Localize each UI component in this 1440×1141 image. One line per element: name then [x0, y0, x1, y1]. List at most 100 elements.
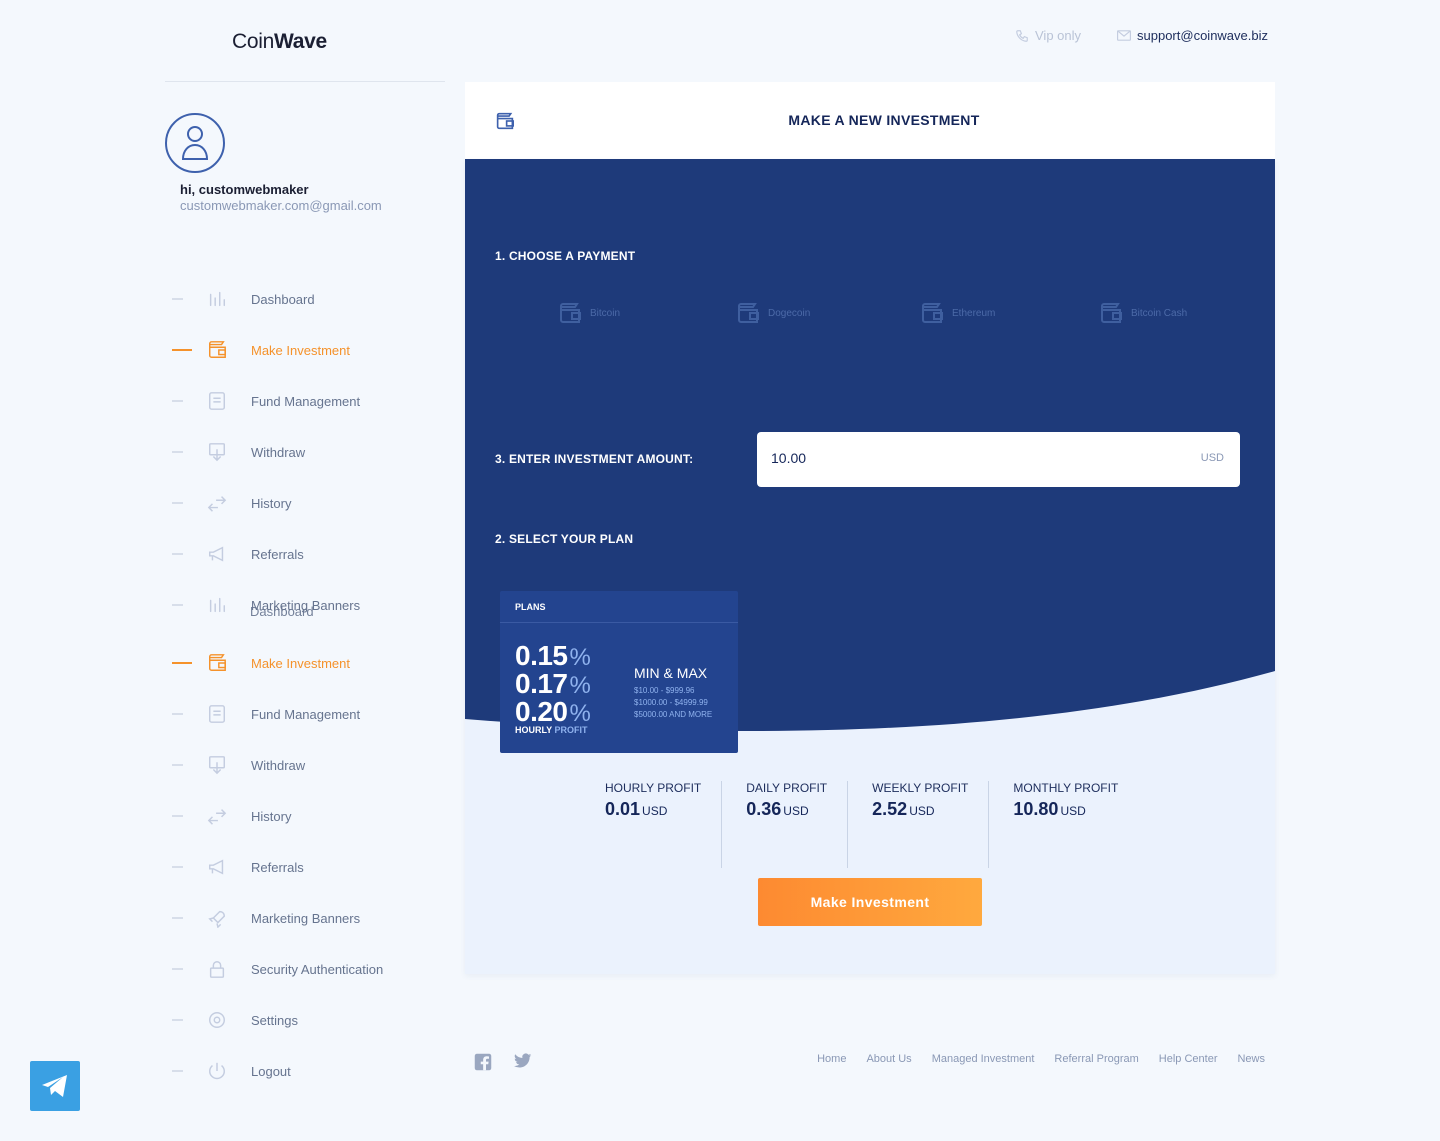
sidebar-item-label: Make Investment: [251, 655, 350, 671]
brand-logo[interactable]: CoinWave: [232, 30, 327, 54]
footer-link-news[interactable]: News: [1237, 1053, 1265, 1065]
sidebar-item-marker: [172, 866, 183, 868]
amount-field[interactable]: USD: [757, 432, 1240, 487]
sidebar-item-marker: [172, 1070, 183, 1072]
profit-weekly: WEEKLY PROFIT 2.52 USD: [847, 781, 988, 868]
wallet-icon: [560, 303, 581, 323]
sidebar-item-dashboard[interactable]: Dashboard: [172, 287, 315, 311]
amount-unit: USD: [1200, 452, 1224, 464]
sidebar-item-logout[interactable]: Logout: [172, 1059, 291, 1083]
sidebar-item-fund-management[interactable]: Fund Management: [172, 389, 360, 413]
telegram-button[interactable]: [30, 1061, 80, 1111]
sidebar-item-marker: [172, 917, 183, 919]
wallet-icon: [922, 303, 943, 323]
profit-daily: DAILY PROFIT 0.36 USD: [721, 781, 847, 868]
sidebar-item-referrals[interactable]: Referrals: [172, 855, 304, 879]
footer-links: Home About Us Managed Investment Referra…: [817, 1053, 1265, 1065]
sidebar-item-marker: [172, 298, 183, 300]
chart-bars-icon: [207, 595, 227, 615]
page-title: MAKE A NEW INVESTMENT: [788, 112, 980, 128]
plan-rate: 0.17%: [515, 668, 591, 699]
sidebar-item-label: Security Authentication: [251, 961, 384, 977]
payment-option-bitcoin[interactable]: Bitcoin: [558, 302, 620, 324]
footer-link-managed-investment[interactable]: Managed Investment: [932, 1053, 1035, 1065]
payment-option-ethereum[interactable]: Ethereum: [920, 302, 995, 324]
document-icon: [207, 391, 227, 411]
chart-bars-icon: [207, 289, 227, 309]
lock-icon: [207, 959, 227, 979]
sidebar-item-label: Settings: [251, 1012, 298, 1028]
sidebar-item-settings[interactable]: Settings: [172, 1008, 298, 1032]
footer-link-home[interactable]: Home: [817, 1053, 846, 1065]
step-choose-payment: 1. CHOOSE A PAYMENT: [495, 249, 636, 263]
footer-link-help-center[interactable]: Help Center: [1159, 1053, 1218, 1065]
sidebar-item-marker: [172, 662, 192, 664]
sidebar-item-label: Marketing Banners: [251, 910, 361, 926]
user-icon: [181, 126, 209, 160]
sidebar-item-marker: [172, 604, 183, 606]
facebook-icon[interactable]: [474, 1053, 492, 1071]
power-icon: [207, 1061, 227, 1081]
plan-card[interactable]: PLANS 0.15% 0.17% 0.20% HOURLY PROFIT MI…: [500, 591, 738, 753]
payment-label: Ethereum: [952, 307, 996, 319]
sidebar-item-label: Withdraw: [251, 444, 306, 460]
payment-option-dogecoin[interactable]: Dogecoin: [736, 302, 810, 324]
wallet-icon: [207, 653, 227, 673]
support-email-link[interactable]: support@coinwave.biz: [1117, 28, 1268, 43]
payment-label: Bitcoin Cash: [1131, 307, 1188, 319]
sidebar-item-label: Fund Management: [251, 393, 361, 409]
amount-input[interactable]: [771, 450, 1151, 466]
sidebar-item-label: History: [251, 808, 292, 824]
sidebar-item-history[interactable]: History: [172, 491, 291, 515]
sidebar-item-marketing-banners[interactable]: Marketing Banners: [172, 906, 360, 930]
avatar[interactable]: [165, 113, 225, 173]
sidebar-item-marker: [172, 502, 183, 504]
sidebar-item-label: Referrals: [251, 546, 304, 562]
gear-icon: [207, 1010, 227, 1030]
sidebar-item-label: Logout: [251, 1063, 291, 1079]
withdraw-icon: [207, 755, 227, 775]
sidebar-item-withdraw[interactable]: Withdraw: [172, 440, 305, 464]
sidebar-item-make-investment[interactable]: Make Investment: [172, 651, 350, 675]
sidebar-item-referrals[interactable]: Referrals: [172, 542, 304, 566]
step-select-plan: 2. SELECT YOUR PLAN: [495, 532, 634, 546]
sidebar-item-marker: [172, 553, 183, 555]
document-icon: [207, 704, 227, 724]
make-investment-button[interactable]: Make Investment: [758, 878, 982, 926]
sidebar-item-marker: [172, 713, 183, 715]
sidebar-item-marker: [172, 349, 192, 351]
min-max-title: MIN & MAX: [634, 665, 708, 681]
plan-range: $10.00 - $999.96: [634, 686, 695, 695]
profit-monthly: MONTHLY PROFIT 10.80 USD: [988, 781, 1138, 868]
plan-range: $1000.00 - $4999.99: [634, 698, 708, 707]
sidebar-item-label: Dashboard: [251, 291, 315, 307]
withdraw-icon: [207, 442, 227, 462]
top-links: Vip only support@coinwave.biz: [1015, 28, 1268, 43]
social-links: [474, 1053, 532, 1071]
sidebar-item-label: History: [251, 495, 292, 511]
plan-rates: 0.15% 0.17% 0.20%: [515, 642, 591, 727]
vip-link[interactable]: Vip only: [1015, 28, 1081, 43]
sidebar-item-make-investment[interactable]: Make Investment: [172, 338, 350, 362]
plan-header: PLANS: [500, 591, 738, 623]
sidebar-item-fund-management[interactable]: Fund Management: [172, 702, 360, 726]
sidebar-item-label: Fund Management: [251, 706, 361, 722]
sidebar-item-marker: [172, 968, 183, 970]
sidebar-item-history[interactable]: History: [172, 804, 291, 828]
sidebar-item-marker: [172, 451, 183, 453]
profit-hourly: HOURLY PROFIT 0.01 USD: [605, 781, 702, 819]
profit-summary: HOURLY PROFIT 0.01 USD DAILY PROFIT 0.36 U…: [605, 781, 1138, 868]
sidebar-ghost-label: Dashboard: [250, 604, 314, 619]
twitter-icon[interactable]: [514, 1053, 532, 1069]
plan-range: $5000.00 AND MORE: [634, 710, 713, 719]
sidebar-item-label: Make Investment: [251, 342, 350, 358]
telegram-icon: [42, 1075, 67, 1097]
sidebar-item-security-authentication[interactable]: Security Authentication: [172, 957, 383, 981]
payment-option-bitcoin-cash[interactable]: Bitcoin Cash: [1099, 302, 1187, 324]
support-email: support@coinwave.biz: [1137, 28, 1268, 43]
sidebar-item-withdraw[interactable]: Withdraw: [172, 753, 305, 777]
footer-link-about[interactable]: About Us: [866, 1053, 911, 1065]
sidebar-item-marker: [172, 1019, 183, 1021]
plan-rate: 0.20%: [515, 696, 591, 727]
footer-link-referral-program[interactable]: Referral Program: [1054, 1053, 1138, 1065]
